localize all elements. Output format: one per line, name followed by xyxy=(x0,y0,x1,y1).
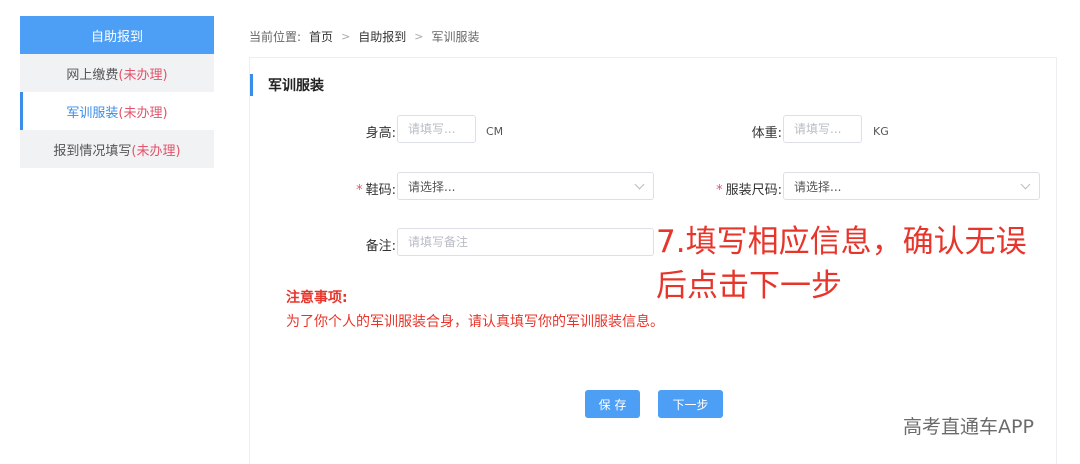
breadcrumb-current: 军训服装 xyxy=(431,30,480,44)
remark-label: 备注: xyxy=(316,235,396,254)
shoe-size-label: * 鞋码: xyxy=(316,179,396,198)
page-root: 自助报到 网上缴费 (未办理) 军训服装 (未办理) 报到情况填写 (未办理) 当前位… xyxy=(0,0,1080,464)
sidebar-item-label: 网上缴费 xyxy=(66,67,119,83)
height-input[interactable] xyxy=(397,115,476,143)
height-unit: CM xyxy=(486,125,504,138)
watermark: 高考直通车APP xyxy=(903,416,1034,438)
weight-input[interactable] xyxy=(783,115,862,143)
sidebar-item-status: (未办理) xyxy=(118,105,168,121)
breadcrumb-separator: > xyxy=(414,30,424,43)
chevron-down-icon xyxy=(1020,179,1031,189)
sidebar-item-label: 军训服装 xyxy=(66,105,119,121)
remark-label-text: 备注: xyxy=(365,239,396,254)
breadcrumb-home-link[interactable]: 首页 xyxy=(309,28,333,45)
sidebar-header[interactable]: 自助报到 xyxy=(20,16,214,54)
sidebar-item-label: 报到情况填写 xyxy=(53,143,132,159)
annotation-line-2: 后点击下一步 xyxy=(656,268,842,304)
breadcrumb-separator: > xyxy=(341,30,351,43)
required-mark: * xyxy=(356,183,363,198)
next-step-button[interactable]: 下一步 xyxy=(658,390,723,418)
shoe-size-value: 请选择... xyxy=(408,179,456,194)
sidebar-item-status: (未办理) xyxy=(118,67,168,83)
clothing-size-label-text: 服装尺码: xyxy=(725,183,782,198)
clothing-size-select[interactable]: 请选择... xyxy=(783,172,1040,200)
notice-text: 为了你个人的军训服装合身，请认真填写你的军训服装信息。 xyxy=(286,314,664,330)
sidebar: 自助报到 网上缴费 (未办理) 军训服装 (未办理) 报到情况填写 (未办理) xyxy=(20,16,214,168)
notice-title: 注意事项: xyxy=(286,290,348,306)
weight-unit: KG xyxy=(873,125,889,138)
save-button[interactable]: 保 存 xyxy=(585,390,640,418)
clothing-size-label: * 服装尺码: xyxy=(702,179,782,198)
chevron-down-icon xyxy=(634,179,645,189)
clothing-size-value: 请选择... xyxy=(794,179,842,194)
shoe-size-label-text: 鞋码: xyxy=(365,183,396,198)
breadcrumb-section-link[interactable]: 自助报到 xyxy=(358,28,406,45)
sidebar-item-online-payment[interactable]: 网上缴费 (未办理) xyxy=(20,54,214,92)
sidebar-item-status: (未办理) xyxy=(131,143,181,159)
remark-input[interactable] xyxy=(397,228,654,256)
breadcrumb-prefix: 当前位置: xyxy=(249,30,302,44)
tutorial-annotation: 7.填写相应信息，确认无误 后点击下一步 xyxy=(656,220,1056,308)
sidebar-item-military-uniform[interactable]: 军训服装 (未办理) xyxy=(20,92,214,130)
height-label: 身高: xyxy=(316,122,396,141)
panel-title: 军训服装 xyxy=(250,74,324,96)
shoe-size-select[interactable]: 请选择... xyxy=(397,172,654,200)
weight-label: 体重: xyxy=(702,122,782,141)
breadcrumb: 当前位置: 首页 > 自助报到 > 军训服装 xyxy=(249,28,480,45)
annotation-line-1: 7.填写相应信息，确认无误 xyxy=(656,224,1027,260)
required-mark: * xyxy=(716,183,723,198)
height-label-text: 身高: xyxy=(365,126,396,141)
sidebar-item-registration-form[interactable]: 报到情况填写 (未办理) xyxy=(20,130,214,168)
weight-label-text: 体重: xyxy=(751,126,782,141)
